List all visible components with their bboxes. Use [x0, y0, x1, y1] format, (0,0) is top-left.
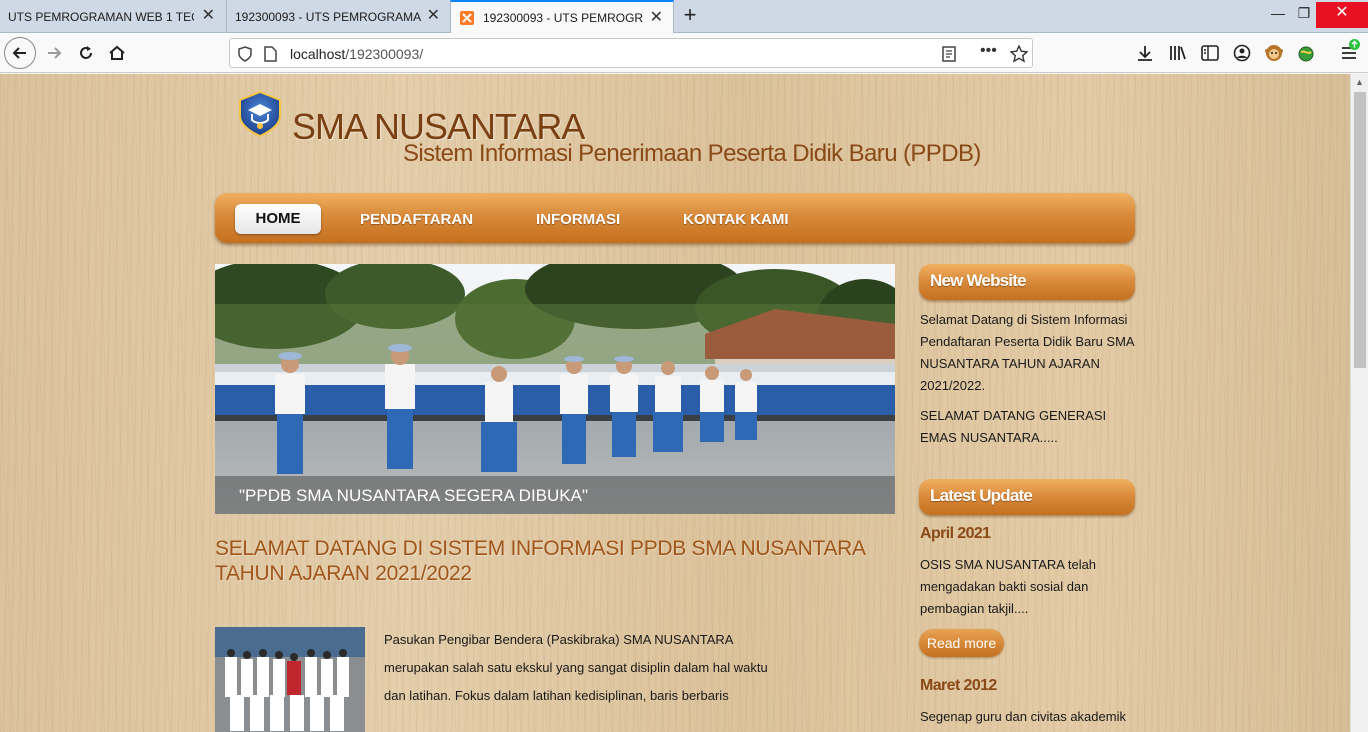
url-text[interactable]: localhost/192300093/: [290, 46, 423, 62]
hero-caption: "PPDB SMA NUSANTARA SEGERA DIBUKA": [239, 486, 589, 505]
back-button[interactable]: [4, 37, 36, 69]
reader-view-icon[interactable]: [942, 46, 956, 62]
hero-banner: "PPDB SMA NUSANTARA SEGERA DIBUKA": [215, 264, 895, 514]
school-logo-icon: [239, 90, 281, 138]
forward-button[interactable]: [38, 37, 70, 69]
update-text: Segenap guru dan civitas akademik: [920, 709, 1126, 724]
update-badge-icon: [1349, 39, 1360, 50]
account-icon[interactable]: [1233, 44, 1251, 62]
sidebar-heading-label: Latest Update: [930, 486, 1033, 505]
xampp-favicon-icon: [460, 10, 474, 25]
tab-active[interactable]: 192300093 - UTS PEMROGRAM ✕: [450, 0, 674, 33]
extension-monkey-icon[interactable]: [1264, 43, 1284, 63]
menu-button[interactable]: [1340, 39, 1362, 63]
paskibraka-photo: [215, 627, 365, 732]
sidebar-heading-new-website: New Website: [919, 264, 1135, 300]
url-path: /192300093/: [345, 46, 424, 62]
close-tab-icon[interactable]: ✕: [427, 8, 440, 24]
url-host: localhost: [290, 46, 346, 62]
back-arrow-icon: [12, 47, 26, 59]
update-month: April 2021: [920, 525, 991, 542]
navigation-bar: localhost/192300093/ •••: [0, 33, 1368, 73]
article-image: [215, 627, 365, 732]
vertical-scrollbar[interactable]: ▲: [1350, 74, 1368, 732]
read-more-button[interactable]: Read more: [919, 629, 1004, 657]
update-month: Maret 2012: [920, 677, 997, 694]
page-info-icon[interactable]: [264, 46, 277, 62]
bookmark-star-icon[interactable]: [1010, 45, 1028, 63]
tab-uts-teori[interactable]: UTS PEMROGRAMAN WEB 1 TEORI ✕: [0, 0, 225, 33]
sidebar-toggle-icon[interactable]: [1201, 44, 1219, 62]
tab-strip: UTS PEMROGRAMAN WEB 1 TEORI ✕ 192300093 …: [0, 0, 1368, 33]
page-viewport: SMA NUSANTARA Sistem Informasi Penerimaa…: [0, 74, 1350, 732]
menu-item-home[interactable]: HOME: [235, 204, 321, 234]
shield-icon[interactable]: [238, 46, 252, 62]
download-icon[interactable]: [1136, 44, 1154, 62]
reload-button[interactable]: [70, 37, 102, 69]
site-subtitle: Sistem Informasi Penerimaan Peserta Didi…: [403, 140, 981, 167]
reload-icon: [80, 46, 92, 59]
tab-uts-web[interactable]: 192300093 - UTS PEMROGRAMAN W ✕: [226, 0, 450, 33]
tab-label: 192300093 - UTS PEMROGRAMAN W: [235, 9, 421, 24]
main-menu: HOME PENDAFTARAN INFORMASI KONTAK KAMI: [215, 193, 1135, 243]
menu-item-informasi[interactable]: INFORMASI: [536, 211, 620, 228]
sidebar-heading-latest-update: Latest Update: [919, 479, 1135, 515]
tab-label: 192300093 - UTS PEMROGRAM: [483, 10, 643, 25]
close-tab-icon[interactable]: ✕: [650, 10, 663, 26]
forward-arrow-icon: [48, 47, 62, 59]
page-actions-icon[interactable]: •••: [980, 42, 997, 60]
window-close-icon[interactable]: ✕: [1316, 2, 1368, 28]
sidebar-heading-label: New Website: [930, 271, 1027, 290]
tab-label: UTS PEMROGRAMAN WEB 1 TEORI: [8, 9, 194, 24]
menu-item-kontak-kami[interactable]: KONTAK KAMI: [683, 211, 789, 228]
sidebar-welcome-text: Selamat Datang di Sistem Informasi Penda…: [920, 312, 1134, 393]
sidebar-generation-text: SELAMAT DATANG GENERASI EMAS NUSANTARA..…: [920, 408, 1107, 445]
url-bar[interactable]: localhost/192300093/ •••: [229, 38, 1033, 68]
new-tab-button[interactable]: +: [678, 4, 702, 28]
menu-item-pendaftaran[interactable]: PENDAFTARAN: [360, 211, 473, 228]
article-text: Pasukan Pengibar Bendera (Paskibraka) SM…: [384, 632, 768, 703]
welcome-heading: SELAMAT DATANG DI SISTEM INFORMASI PPDB …: [215, 537, 865, 585]
library-icon[interactable]: [1169, 44, 1187, 62]
hero-caption-bar: "PPDB SMA NUSANTARA SEGERA DIBUKA": [215, 476, 895, 514]
close-tab-icon[interactable]: ✕: [202, 8, 215, 24]
home-button[interactable]: [101, 37, 133, 69]
extension-globe-icon[interactable]: [1296, 43, 1316, 63]
scroll-thumb[interactable]: [1354, 92, 1366, 368]
update-text: OSIS SMA NUSANTARA telah mengadakan bakt…: [920, 557, 1097, 616]
home-icon: [109, 45, 125, 60]
scroll-up-icon[interactable]: ▲: [1355, 77, 1364, 87]
